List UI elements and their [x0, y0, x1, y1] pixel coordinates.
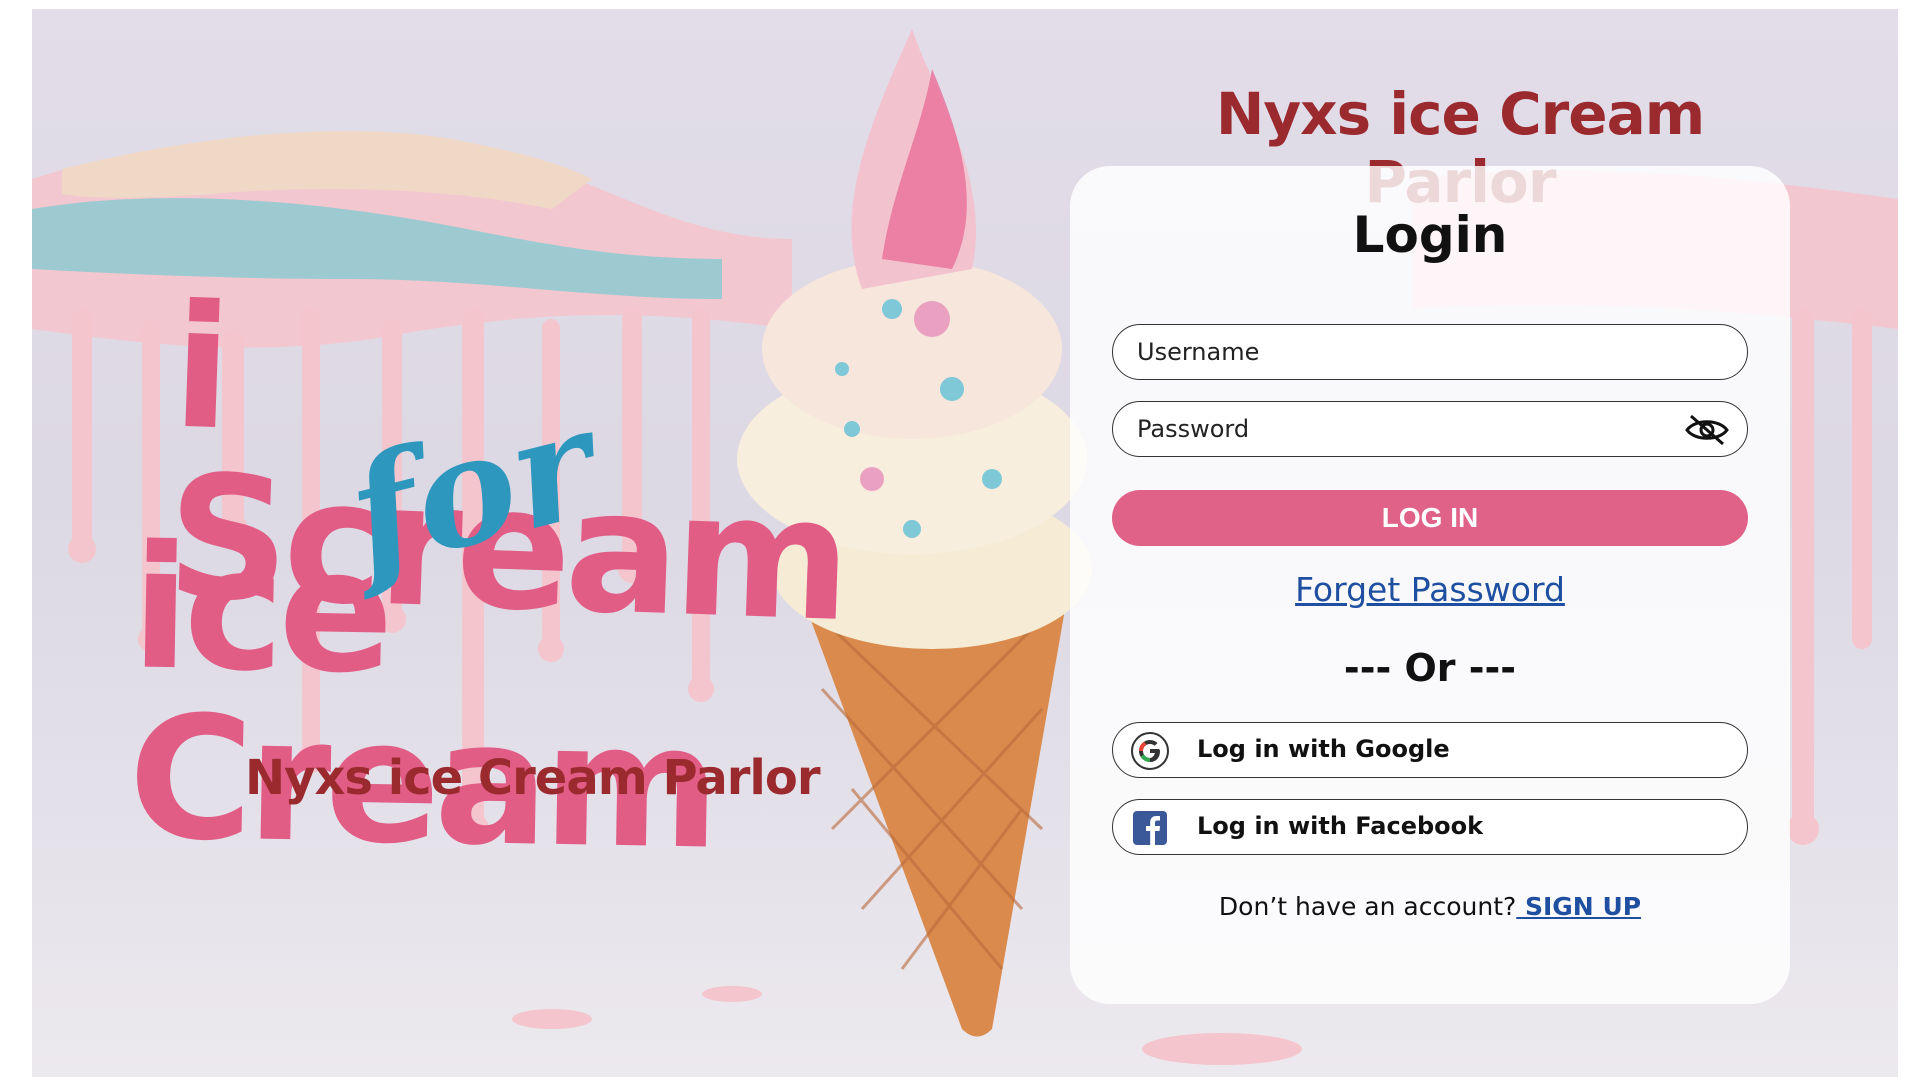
forgot-password-link[interactable]: Forget Password	[1295, 570, 1565, 609]
eye-slash-icon[interactable]	[1683, 413, 1731, 447]
facebook-icon	[1133, 811, 1167, 845]
login-card: Login LOG IN Forget Password --- Or --- …	[1070, 166, 1790, 1004]
password-field[interactable]	[1112, 401, 1748, 457]
google-icon	[1131, 732, 1169, 770]
login-title: Login	[1352, 206, 1508, 264]
signup-row: Don’t have an account? SIGN UP	[1070, 892, 1790, 921]
username-input[interactable]	[1137, 325, 1697, 379]
signup-link[interactable]: SIGN UP	[1516, 892, 1641, 921]
or-divider: --- Or ---	[1343, 646, 1517, 690]
google-login-label: Log in with Google	[1197, 735, 1450, 763]
login-button[interactable]: LOG IN	[1112, 490, 1748, 546]
facebook-login-button[interactable]: Log in with Facebook	[1112, 799, 1748, 855]
facebook-login-label: Log in with Facebook	[1197, 812, 1484, 840]
hero-subtitle: Nyxs ice Cream Parlor	[245, 750, 820, 806]
password-input[interactable]	[1137, 402, 1637, 456]
hero-title: i Scream ice Cream for Nyxs ice Cream Pa…	[127, 269, 890, 888]
signup-prompt: Don’t have an account?	[1218, 892, 1517, 921]
hero-line-3: ice Cream	[126, 509, 716, 888]
google-login-button[interactable]: Log in with Google	[1112, 722, 1748, 778]
username-field[interactable]	[1112, 324, 1748, 380]
